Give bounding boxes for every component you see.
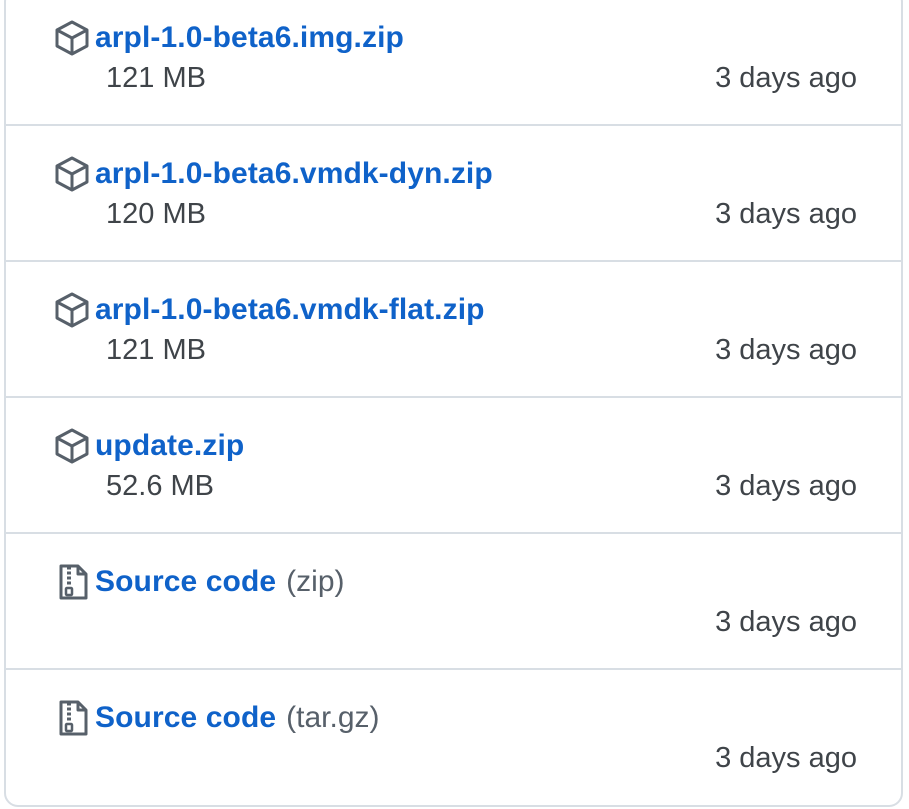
asset-date: 3 days ago (715, 470, 857, 502)
package-icon (52, 426, 92, 466)
asset-row: arpl-1.0-beta6.img.zip 121 MB 3 days ago (6, 0, 901, 126)
asset-name: Source code (95, 701, 277, 734)
file-zip-icon (52, 562, 92, 602)
asset-date: 3 days ago (715, 606, 857, 638)
asset-link[interactable]: Source code (zip) (52, 558, 345, 606)
asset-format: (tar.gz) (286, 701, 380, 734)
asset-link[interactable]: arpl-1.0-beta6.vmdk-dyn.zip (52, 150, 493, 198)
asset-link[interactable]: arpl-1.0-beta6.img.zip (52, 14, 404, 62)
asset-row: Source code (zip) 3 days ago (6, 534, 901, 670)
asset-name: Source code (95, 565, 277, 598)
release-assets-list: arpl-1.0-beta6.img.zip 121 MB 3 days ago… (4, 0, 903, 807)
asset-format: (zip) (286, 565, 345, 598)
asset-date: 3 days ago (715, 198, 857, 230)
asset-row: arpl-1.0-beta6.vmdk-flat.zip 121 MB 3 da… (6, 262, 901, 398)
file-zip-icon (52, 698, 92, 738)
asset-row: arpl-1.0-beta6.vmdk-dyn.zip 120 MB 3 day… (6, 126, 901, 262)
asset-name: update.zip (95, 429, 245, 462)
asset-row: update.zip 52.6 MB 3 days ago (6, 398, 901, 534)
package-icon (52, 154, 92, 194)
asset-size: 120 MB (106, 198, 206, 230)
asset-link[interactable]: update.zip (52, 422, 244, 470)
asset-size: 121 MB (106, 62, 206, 94)
asset-name: arpl-1.0-beta6.vmdk-dyn.zip (95, 157, 493, 190)
package-icon (52, 290, 92, 330)
asset-name: arpl-1.0-beta6.img.zip (95, 21, 404, 54)
asset-date: 3 days ago (715, 62, 857, 94)
asset-name: arpl-1.0-beta6.vmdk-flat.zip (95, 293, 485, 326)
asset-size: 52.6 MB (106, 470, 214, 502)
asset-link[interactable]: arpl-1.0-beta6.vmdk-flat.zip (52, 286, 485, 334)
asset-link[interactable]: Source code (tar.gz) (52, 694, 380, 742)
asset-date: 3 days ago (715, 742, 857, 774)
asset-row: Source code (tar.gz) 3 days ago (6, 670, 901, 805)
package-icon (52, 18, 92, 58)
asset-size: 121 MB (106, 334, 206, 366)
asset-date: 3 days ago (715, 334, 857, 366)
